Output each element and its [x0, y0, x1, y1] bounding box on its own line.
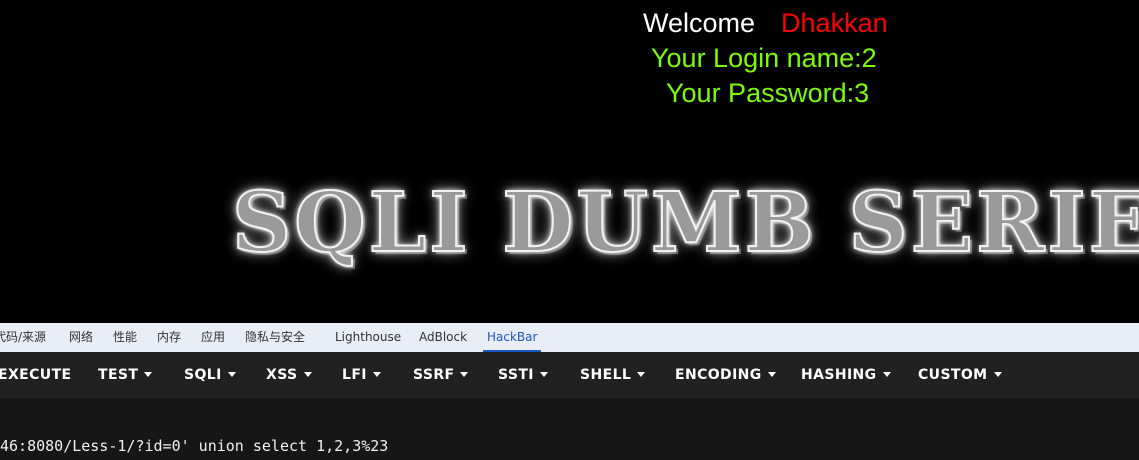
custom-menu-label: CUSTOM: [918, 367, 988, 383]
devtools-tab-strip: 代码/来源 网络 性能 内存 应用 隐私与安全 Lighthouse AdBlo…: [0, 323, 1139, 353]
caret-down-icon: [539, 371, 548, 377]
ssrf-menu-button[interactable]: SSRF: [413, 352, 469, 398]
caret-down-icon: [372, 371, 381, 377]
lfi-menu-label: LFI: [342, 367, 367, 383]
xss-menu-button[interactable]: XSS: [266, 352, 312, 398]
custom-menu-button[interactable]: CUSTOM: [918, 352, 1002, 398]
ssti-menu-button[interactable]: SSTI: [498, 352, 548, 398]
tab-memory[interactable]: 内存: [157, 323, 181, 352]
caret-down-icon: [460, 371, 469, 377]
tab-performance[interactable]: 性能: [113, 323, 137, 352]
tab-adblock[interactable]: AdBlock: [419, 323, 467, 352]
hashing-menu-button[interactable]: HASHING: [801, 352, 891, 398]
welcome-line: Welcome Dhakkan: [643, 6, 888, 40]
execute-button-label: EXECUTE: [0, 367, 72, 383]
encoding-menu-button[interactable]: ENCODING: [675, 352, 776, 398]
caret-down-icon: [882, 371, 891, 377]
caret-down-icon: [767, 371, 776, 377]
caret-down-icon: [144, 371, 153, 377]
tab-hackbar[interactable]: HackBar: [482, 323, 542, 352]
tab-lighthouse[interactable]: Lighthouse: [335, 323, 401, 352]
caret-down-icon: [303, 371, 312, 377]
tab-network[interactable]: 网络: [69, 323, 93, 352]
tab-sources[interactable]: 代码/来源: [0, 323, 46, 352]
password-text: Your Password:3: [666, 78, 870, 108]
tab-application[interactable]: 应用: [201, 323, 225, 352]
login-name-text: Your Login name:2: [651, 43, 877, 73]
test-menu-button[interactable]: TEST: [98, 352, 153, 398]
welcome-text: Welcome: [643, 8, 756, 38]
url-editor-area[interactable]: 46:8080/Less-1/?id=0' union select 1,2,3…: [0, 398, 1139, 460]
web-page-content: Welcome Dhakkan Your Login name:2 Your Pa…: [0, 0, 1139, 323]
caret-down-icon: [993, 371, 1002, 377]
caret-down-icon: [637, 371, 646, 377]
sqli-dumb-series-banner: SQLI DUMB SERIE: [231, 174, 1139, 272]
lfi-menu-button[interactable]: LFI: [342, 352, 381, 398]
ssrf-menu-label: SSRF: [413, 367, 455, 383]
xss-menu-label: XSS: [266, 367, 298, 383]
shell-menu-label: SHELL: [580, 367, 632, 383]
shell-menu-button[interactable]: SHELL: [580, 352, 646, 398]
tab-privacy-security[interactable]: 隐私与安全: [245, 323, 305, 352]
sqli-menu-button[interactable]: SQLI: [184, 352, 236, 398]
welcome-user-name: Dhakkan: [781, 8, 888, 38]
ssti-menu-label: SSTI: [498, 367, 534, 383]
hashing-menu-label: HASHING: [801, 367, 877, 383]
hackbar-toolbar: EXECUTE TEST SQLI XSS LFI SSRF SSTI SHEL…: [0, 352, 1139, 398]
url-input[interactable]: 46:8080/Less-1/?id=0' union select 1,2,3…: [0, 436, 388, 456]
execute-button[interactable]: EXECUTE: [0, 352, 71, 398]
encoding-menu-label: ENCODING: [675, 367, 762, 383]
caret-down-icon: [227, 371, 236, 377]
sqli-menu-label: SQLI: [184, 367, 222, 383]
test-menu-label: TEST: [98, 367, 139, 383]
